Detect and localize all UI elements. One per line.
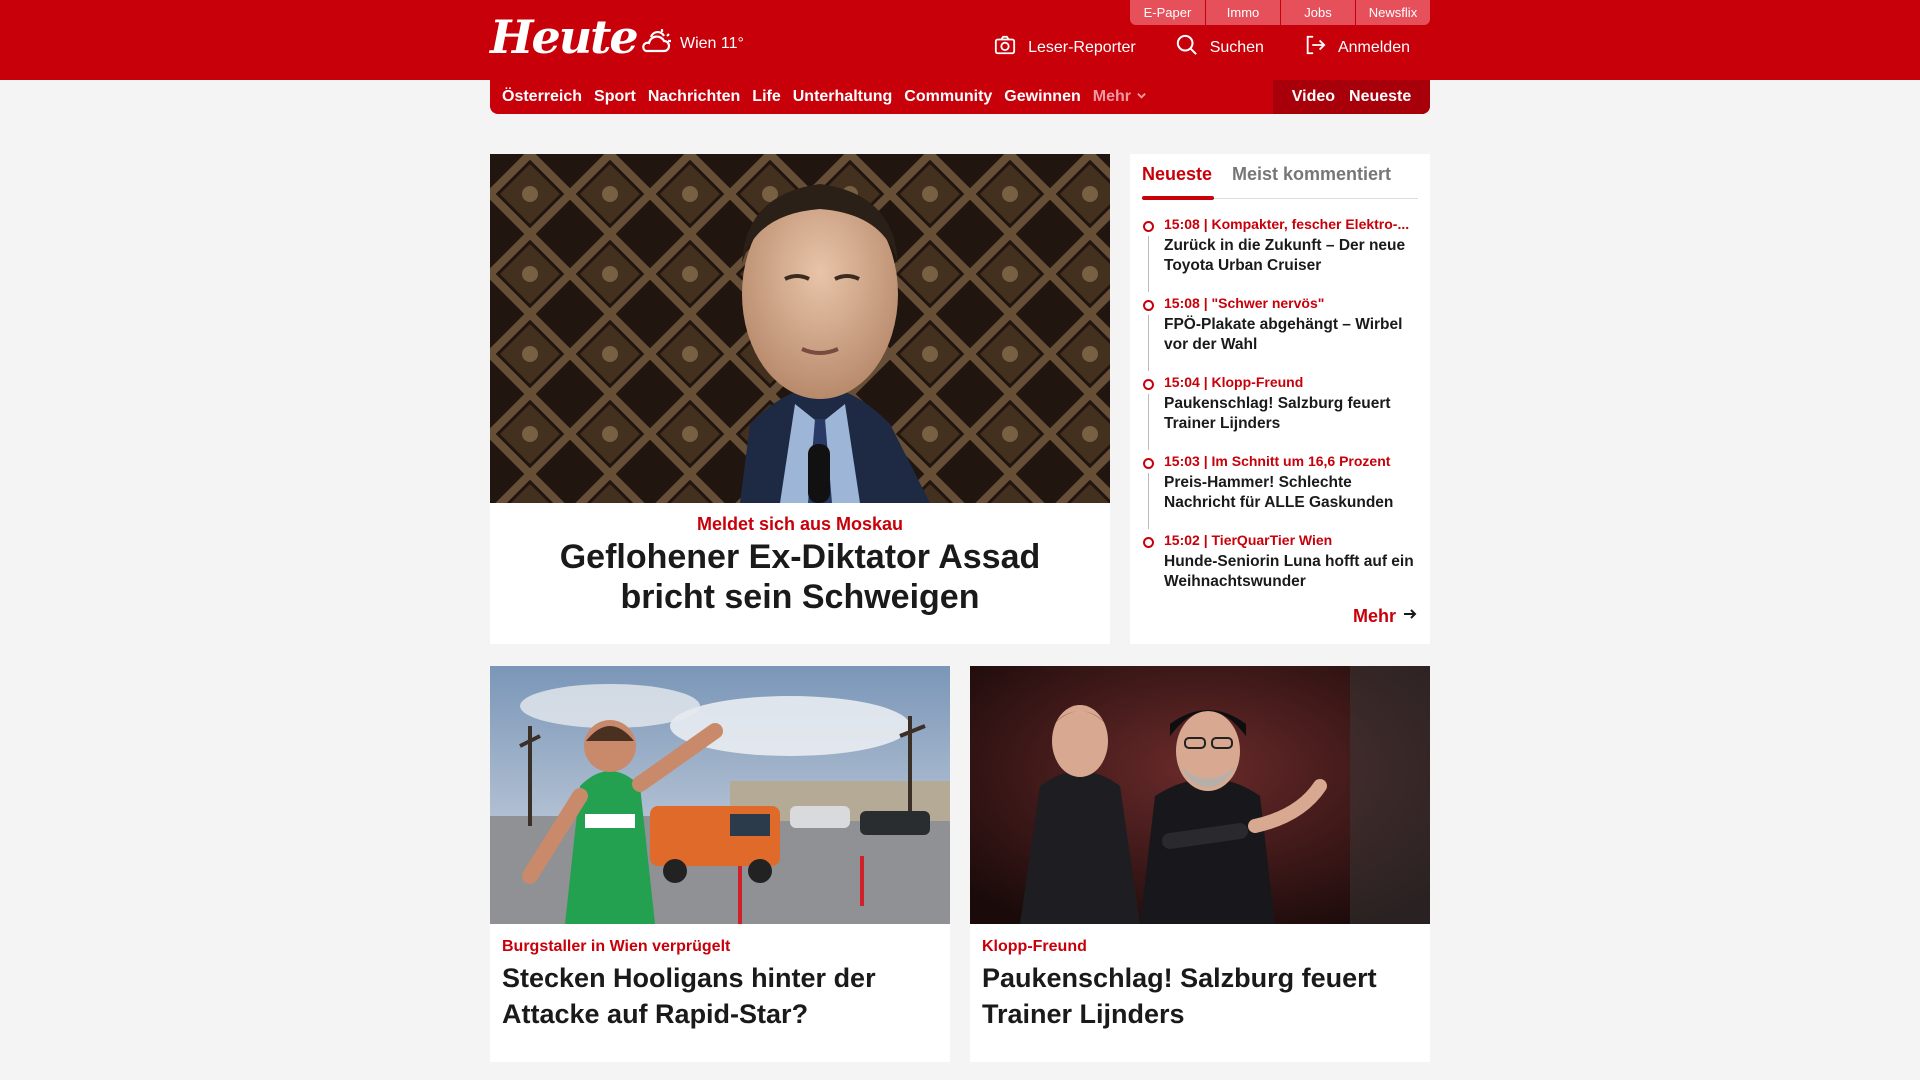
search-label: Suchen [1209, 38, 1264, 56]
hero-kicker: Meldet sich aus Moskau [696, 514, 904, 534]
nav-item-video[interactable]: Video [1292, 88, 1335, 106]
search-icon [1176, 34, 1198, 61]
article-headline[interactable]: Paukenschlag! Salzburg feuert Trainer Li… [982, 960, 1418, 1032]
nav-right-group: Video Neueste [1273, 80, 1430, 114]
cloud-sun-icon [638, 26, 672, 61]
main-nav: Österreich Sport Nachrichten Life Unterh… [490, 80, 1430, 114]
nav-item-community[interactable]: Community [904, 88, 992, 106]
util-link-newsflix[interactable]: Newsflix [1355, 0, 1430, 25]
chevron-down-icon [1136, 88, 1147, 106]
login-icon [1304, 34, 1326, 61]
article-kicker: Klopp-Freund [982, 938, 1087, 955]
tab-neueste-label: Neueste [1142, 164, 1213, 184]
timeline-meta: 15:02 | TierQuarTier Wien [1164, 532, 1333, 548]
weather-widget[interactable]: Wien 11° [638, 26, 744, 61]
hero-headline[interactable]: Geflohener Ex-Diktator Assad bricht sein… [510, 537, 1090, 617]
timeline-item[interactable]: 15:03 | Im Schnitt um 16,6 Prozent Preis… [1142, 453, 1422, 532]
tab-neueste[interactable]: Neueste [1142, 164, 1212, 185]
timeline-dot [1143, 458, 1154, 469]
sidebar-more-link[interactable]: Mehr [1353, 606, 1418, 627]
timeline-item[interactable]: 15:04 | Klopp-Freund Paukenschlag! Salzb… [1142, 374, 1422, 453]
timeline-dot [1143, 379, 1154, 390]
nav-more-dropdown[interactable]: Mehr [1093, 88, 1147, 106]
timeline-headline[interactable]: FPÖ-Plakate abgehängt – Wirbel vor der W… [1164, 315, 1420, 355]
timeline-headline[interactable]: Hunde-Seniorin Luna hofft auf ein Weihna… [1164, 552, 1420, 592]
timeline-line [1148, 236, 1149, 292]
nav-item-unterhaltung[interactable]: Unterhaltung [793, 88, 893, 106]
latest-news-sidebar: Neueste Meist kommentiert 15:08 | Kompak… [1130, 154, 1430, 644]
nav-item-oesterreich[interactable]: Österreich [502, 88, 582, 106]
timeline-headline[interactable]: Paukenschlag! Salzburg feuert Trainer Li… [1164, 394, 1420, 434]
timeline-dot [1143, 300, 1154, 311]
timeline-line [1148, 315, 1149, 371]
login-label: Anmelden [1337, 38, 1410, 56]
timeline-line [1148, 394, 1149, 450]
leser-reporter-button[interactable]: Leser-Reporter [994, 34, 1136, 61]
article-card[interactable]: Klopp-Freund Paukenschlag! Salzburg feue… [970, 666, 1430, 1062]
timeline-meta: 15:08 | "Schwer nervös" [1164, 295, 1325, 311]
timeline-meta: 15:04 | Klopp-Freund [1164, 374, 1304, 390]
nav-item-neueste[interactable]: Neueste [1349, 88, 1411, 106]
article-image[interactable] [970, 666, 1430, 924]
site-logo[interactable]: Heute [490, 12, 639, 62]
login-button[interactable]: Anmelden [1304, 34, 1410, 61]
header-inner: Heute Wien 11° E-Paper Immo Jobs Newsfli… [490, 0, 1430, 80]
nav-item-gewinnen[interactable]: Gewinnen [1004, 88, 1080, 106]
sidebar-tabs: Neueste Meist kommentiert [1142, 154, 1418, 200]
nav-item-sport[interactable]: Sport [594, 88, 636, 106]
arrow-right-icon [1402, 606, 1418, 627]
site-header: Heute Wien 11° E-Paper Immo Jobs Newsfli… [0, 0, 1920, 80]
timeline-meta: 15:08 | Kompakter, fescher Elektro-... [1164, 216, 1410, 232]
timeline-headline[interactable]: Zurück in die Zukunft – Der neue Toyota … [1164, 236, 1420, 276]
util-link-epaper[interactable]: E-Paper [1130, 0, 1205, 25]
util-link-jobs[interactable]: Jobs [1280, 0, 1355, 25]
article-card[interactable]: Burgstaller in Wien verprügelt Stecken H… [490, 666, 950, 1062]
timeline-item[interactable]: 15:02 | TierQuarTier Wien Hunde-Seniorin… [1142, 532, 1422, 611]
timeline-meta: 15:03 | Im Schnitt um 16,6 Prozent [1164, 453, 1391, 469]
timeline-item[interactable]: 15:08 | "Schwer nervös" FPÖ-Plakate abge… [1142, 295, 1422, 374]
timeline-item[interactable]: 15:08 | Kompakter, fescher Elektro-... Z… [1142, 216, 1422, 295]
leser-reporter-label: Leser-Reporter [1028, 38, 1136, 56]
article-image[interactable] [490, 666, 950, 924]
weather-text: Wien 11° [680, 34, 744, 52]
article-kicker: Burgstaller in Wien verprügelt [502, 938, 731, 955]
nav-list: Österreich Sport Nachrichten Life Unterh… [502, 80, 1147, 114]
timeline-dot [1143, 537, 1154, 548]
hero-image[interactable] [490, 154, 1110, 503]
tab-meist-kommentiert[interactable]: Meist kommentiert [1232, 164, 1391, 185]
nav-item-life[interactable]: Life [752, 88, 780, 106]
timeline-headline[interactable]: Preis-Hammer! Schlechte Nachricht für AL… [1164, 473, 1420, 513]
timeline-dot [1143, 221, 1154, 232]
sidebar-more-label: Mehr [1352, 606, 1396, 626]
search-button[interactable]: Suchen [1176, 34, 1264, 61]
header-actions: Leser-Reporter Suchen Anmelden [994, 34, 1410, 61]
utility-links: E-Paper Immo Jobs Newsflix [1130, 0, 1430, 25]
camera-icon [994, 34, 1016, 61]
nav-more-label: Mehr [1092, 88, 1131, 105]
article-headline[interactable]: Stecken Hooligans hinter der Attacke auf… [502, 960, 938, 1032]
active-tab-indicator [1142, 196, 1214, 200]
nav-item-nachrichten[interactable]: Nachrichten [648, 88, 740, 106]
hero-article[interactable]: Meldet sich aus Moskau Geflohener Ex-Dik… [490, 154, 1110, 644]
timeline-line [1148, 473, 1149, 529]
util-link-immo[interactable]: Immo [1205, 0, 1280, 25]
